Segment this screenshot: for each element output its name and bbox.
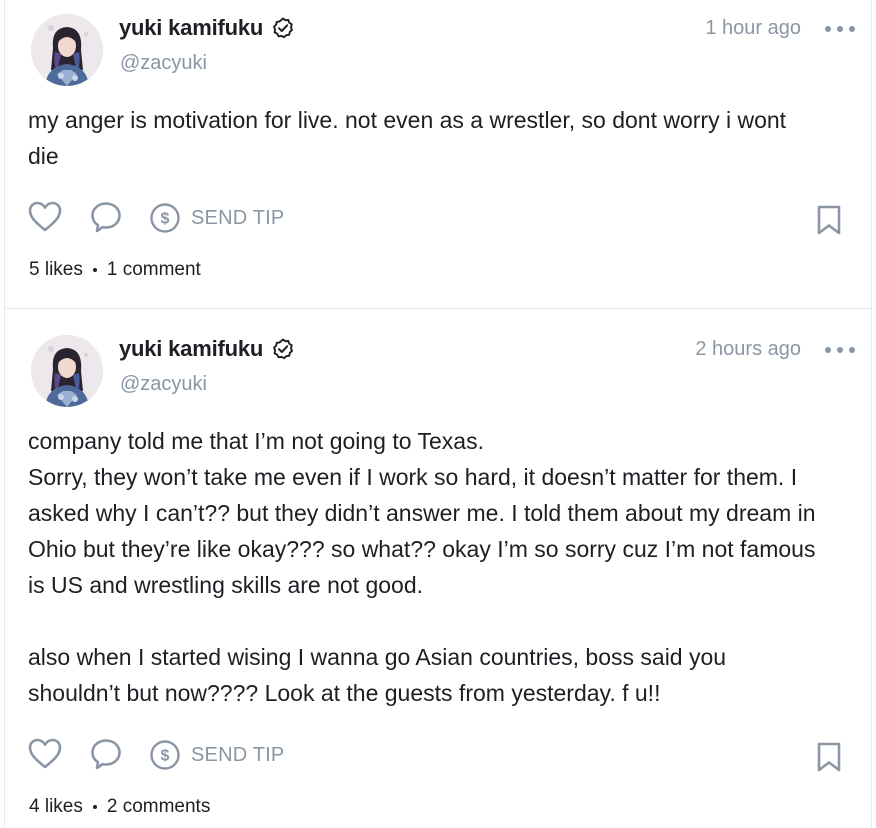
avatar[interactable] <box>31 335 103 407</box>
stats-separator <box>92 805 97 809</box>
comment-bubble-icon[interactable] <box>89 737 123 771</box>
avatar-image <box>31 14 103 86</box>
avatar[interactable] <box>31 14 103 86</box>
svg-text:$: $ <box>161 748 170 765</box>
dollar-circle-icon: $ <box>150 203 180 233</box>
heart-icon[interactable] <box>27 737 63 771</box>
bookmark-icon[interactable] <box>815 204 843 236</box>
comments-count[interactable]: 2 comments <box>107 796 210 818</box>
post-text: my anger is motivation for live. not eve… <box>28 107 787 169</box>
post-card: yuki kamifuku @zacyuki 1 hour ago my ang… <box>5 0 871 309</box>
stats-separator <box>92 268 97 272</box>
post-card: yuki kamifuku @zacyuki 2 hours ago compa… <box>5 309 871 828</box>
verified-badge-icon <box>271 16 295 40</box>
more-horizontal-icon[interactable] <box>825 23 855 35</box>
author-row: yuki kamifuku <box>119 15 295 41</box>
likes-count[interactable]: 5 likes <box>29 259 83 281</box>
post-stats: 5 likes 1 comment <box>29 259 201 281</box>
post-stats: 4 likes 2 comments <box>29 796 210 818</box>
comment-bubble-icon[interactable] <box>89 200 123 234</box>
svg-text:$: $ <box>161 211 170 228</box>
author-handle[interactable]: @zacyuki <box>120 373 207 396</box>
post-feed: yuki kamifuku @zacyuki 1 hour ago my ang… <box>4 0 872 828</box>
author-name[interactable]: yuki kamifuku <box>119 336 263 362</box>
verified-badge-icon <box>271 337 295 361</box>
post-timestamp[interactable]: 1 hour ago <box>705 17 801 40</box>
comments-count[interactable]: 1 comment <box>107 259 201 281</box>
send-tip-button[interactable]: $ SEND TIP <box>149 200 284 236</box>
send-tip-label: SEND TIP <box>191 743 285 766</box>
post-actions: $ SEND TIP <box>27 735 851 775</box>
likes-count[interactable]: 4 likes <box>29 796 83 818</box>
author-handle[interactable]: @zacyuki <box>120 52 207 75</box>
heart-icon[interactable] <box>27 200 63 234</box>
send-tip-label: SEND TIP <box>191 206 285 229</box>
dollar-circle-icon: $ <box>150 740 180 770</box>
post-text: company told me that I’m not going to Te… <box>28 428 816 706</box>
send-tip-button[interactable]: $ SEND TIP <box>149 737 284 773</box>
more-horizontal-icon[interactable] <box>825 344 855 356</box>
bookmark-icon[interactable] <box>815 741 843 773</box>
author-row: yuki kamifuku <box>119 336 295 362</box>
avatar-image <box>31 335 103 407</box>
author-name[interactable]: yuki kamifuku <box>119 15 263 41</box>
post-timestamp[interactable]: 2 hours ago <box>695 338 801 361</box>
post-actions: $ SEND TIP <box>27 198 851 238</box>
